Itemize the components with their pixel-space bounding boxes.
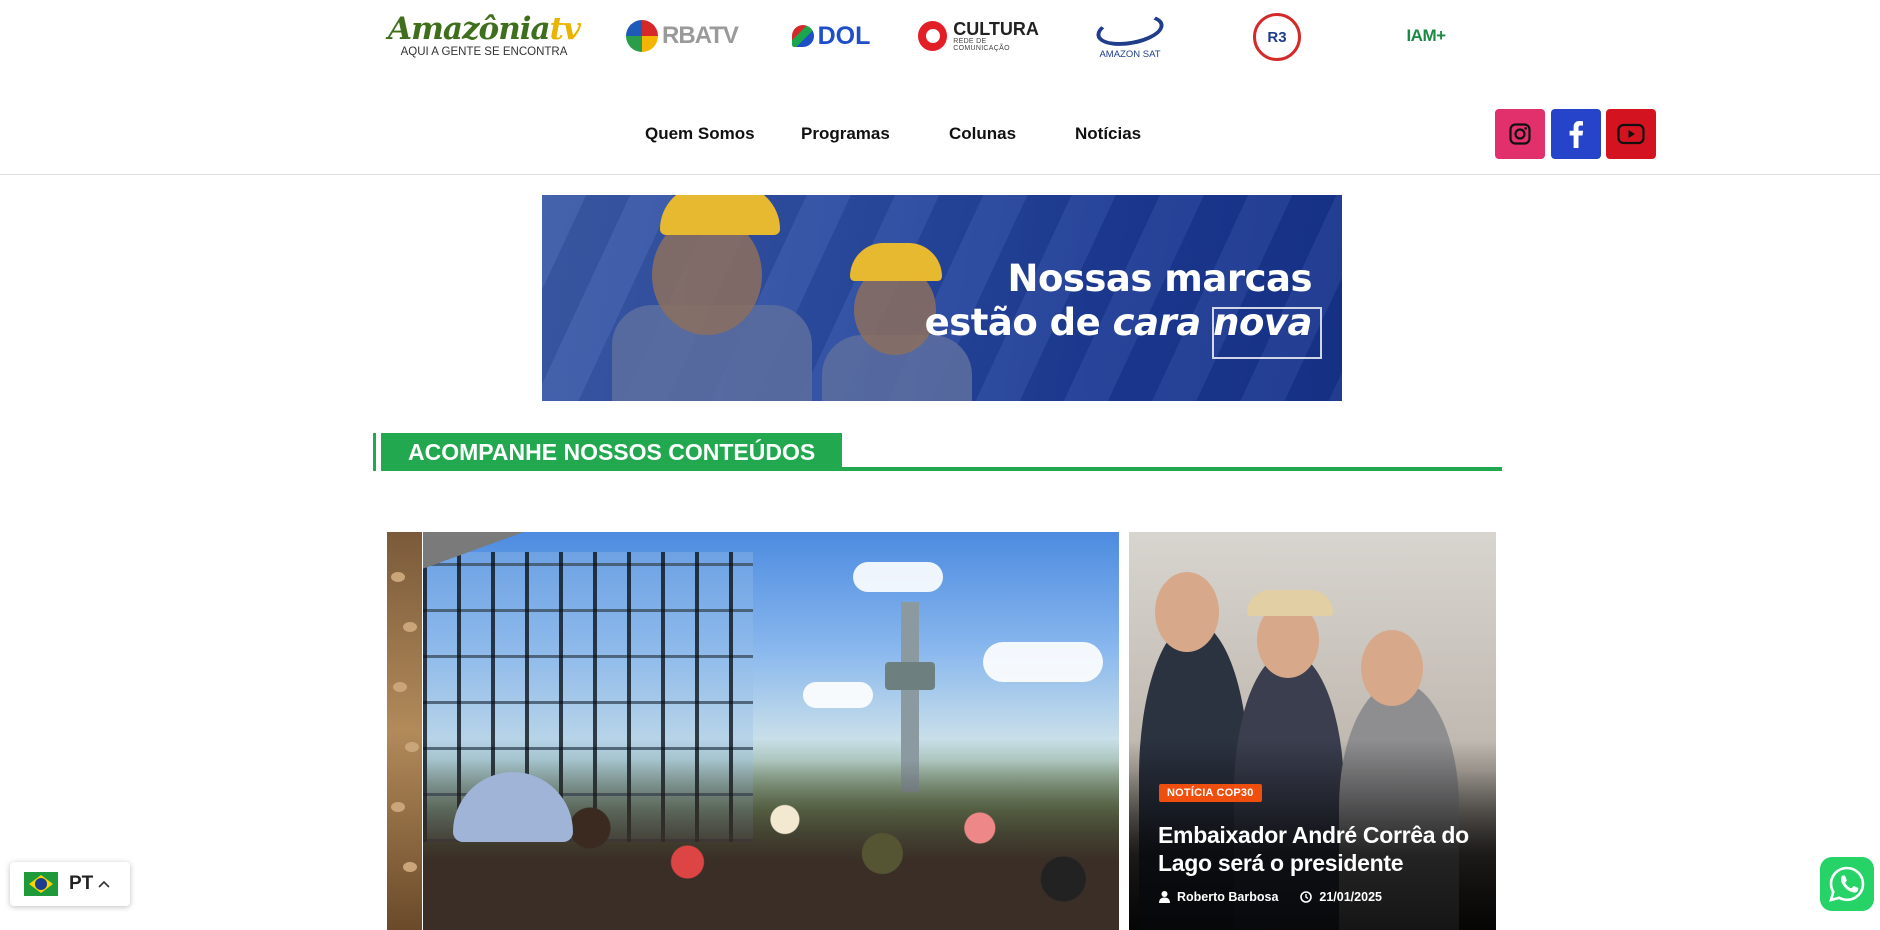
amazonia-tv-logo[interactable]: Amazôniatv AQUI A GENTE SE ENCONTRA	[384, 10, 584, 62]
dol-wordmark: DOL	[817, 21, 871, 50]
amazon-sat-logo[interactable]: AMAZON SAT	[1090, 8, 1170, 60]
cultura-logo[interactable]: CULTURA REDE DE COMUNICAÇÃO	[918, 14, 1043, 58]
nav-item-quem-somos[interactable]: Quem Somos	[645, 124, 755, 144]
nav-item-programas[interactable]: Programas	[801, 124, 890, 144]
cultura-subtitle: REDE DE COMUNICAÇÃO	[953, 38, 1010, 52]
promo-banner[interactable]: Nossas marcas estão de cara nova	[542, 195, 1342, 401]
rbatv-logo[interactable]: RBATV	[622, 14, 742, 58]
facebook-button[interactable]	[1551, 109, 1601, 159]
carousel-card-featured[interactable]: NOTÍCIA COP30 Embaixador André Corrêa do…	[1129, 532, 1496, 930]
amazonia-tv-wordmark: Amazôniatv	[388, 11, 581, 47]
language-code: PT	[69, 873, 94, 894]
instagram-button[interactable]	[1495, 109, 1545, 159]
amazonia-tv-tagline: AQUI A GENTE SE ENCONTRA	[400, 46, 568, 58]
cultura-wordmark: CULTURA	[953, 19, 1039, 39]
facebook-icon	[1569, 121, 1584, 148]
cultura-mark-icon	[918, 21, 948, 51]
r3-logo[interactable]: R3	[1252, 12, 1302, 62]
carousel-card-main[interactable]	[423, 532, 1119, 930]
iam-wordmark: IAM+	[1406, 26, 1446, 45]
dol-mark-icon	[791, 25, 814, 47]
rbatv-ball-icon	[626, 20, 659, 52]
amazon-sat-wordmark: AMAZON SAT	[1099, 48, 1161, 60]
section-underline	[381, 467, 1502, 471]
nav-item-colunas[interactable]: Colunas	[949, 124, 1016, 144]
article-title[interactable]: Embaixador André Corrêa do Lago será o p…	[1158, 821, 1488, 877]
rbatv-wordmark: RBATV	[662, 22, 739, 49]
instagram-icon	[1509, 123, 1531, 145]
hat-image	[1247, 590, 1333, 616]
section-title: ACOMPANHE NOSSOS CONTEÚDOS	[381, 433, 843, 471]
brand-bar: Amazôniatv AQUI A GENTE SE ENCONTRA RBAT…	[0, 0, 1880, 72]
language-switcher[interactable]: PT	[10, 862, 130, 906]
clock-icon	[1300, 891, 1313, 903]
brazil-flag-icon	[24, 872, 58, 896]
whatsapp-icon	[1829, 866, 1865, 902]
article-date: 21/01/2025	[1300, 890, 1382, 904]
satellite-dish-icon	[1093, 8, 1167, 51]
youtube-button[interactable]	[1606, 109, 1656, 159]
article-meta: Roberto Barbosa 21/01/2025	[1159, 890, 1404, 904]
whatsapp-button[interactable]	[1820, 857, 1874, 911]
category-badge[interactable]: NOTÍCIA COP30	[1159, 784, 1262, 802]
article-author[interactable]: Roberto Barbosa	[1159, 890, 1278, 904]
r3-wordmark: R3	[1253, 13, 1301, 61]
user-icon	[1159, 891, 1170, 903]
iam-logo[interactable]: IAM+	[1396, 18, 1456, 54]
nav-item-noticias[interactable]: Notícias	[1075, 124, 1141, 144]
chevron-up-icon	[98, 880, 110, 888]
dol-logo[interactable]: DOL	[786, 14, 876, 58]
banner-headline-line1: Nossas marcas	[1007, 257, 1313, 300]
worker-helmet-icon	[660, 195, 780, 235]
carousel-card-partial[interactable]	[387, 532, 422, 930]
header-divider	[0, 174, 1880, 175]
youtube-icon	[1617, 123, 1645, 145]
